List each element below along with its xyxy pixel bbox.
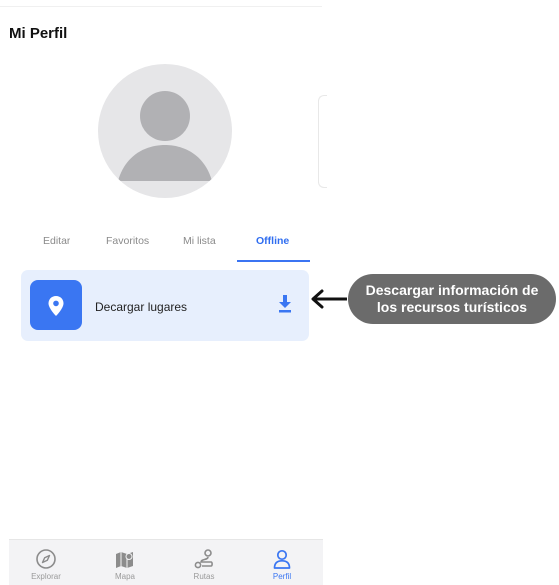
download-places-label: Decargar lugares [95,300,188,314]
bottom-navigation: Explorar Mapa Rutas Perfil [9,539,323,585]
top-divider [0,6,322,7]
tab-favoritos[interactable]: Favoritos [106,235,151,261]
profile-tabs: Editar Favoritos Mi lista Offline [20,235,310,261]
compass-icon [36,549,56,569]
nav-perfil[interactable]: Perfil [252,548,312,585]
page-title: Mi Perfil [9,25,68,42]
map-icon [116,552,133,568]
user-icon [273,549,291,569]
side-card-edge [318,95,327,188]
nav-explorar-label: Explorar [31,572,61,581]
annotation-callout: Descargar información de los recursos tu… [348,274,556,324]
download-icon[interactable] [277,294,293,314]
annotation-line-1: Descargar información de [365,282,539,298]
nav-mapa-label: Mapa [114,572,135,581]
tab-editar[interactable]: Editar [43,235,70,261]
nav-explorar[interactable]: Explorar [16,548,76,585]
tab-offline[interactable]: Offline [256,235,289,261]
pin-badge [30,280,82,330]
user-placeholder-icon [118,91,212,181]
nav-rutas-label: Rutas [193,572,215,581]
download-places-card[interactable]: Decargar lugares [21,270,309,341]
annotation-line-2: los recursos turísticos [376,299,528,315]
map-pin-icon [48,296,64,316]
annotation-arrow-icon [311,289,347,309]
route-icon [194,549,213,569]
active-tab-indicator [237,260,310,262]
avatar[interactable] [98,64,232,198]
nav-perfil-label: Perfil [272,572,292,581]
nav-mapa[interactable]: Mapa [95,548,155,585]
nav-rutas[interactable]: Rutas [174,548,234,585]
tab-mi-lista[interactable]: Mi lista [183,235,216,261]
